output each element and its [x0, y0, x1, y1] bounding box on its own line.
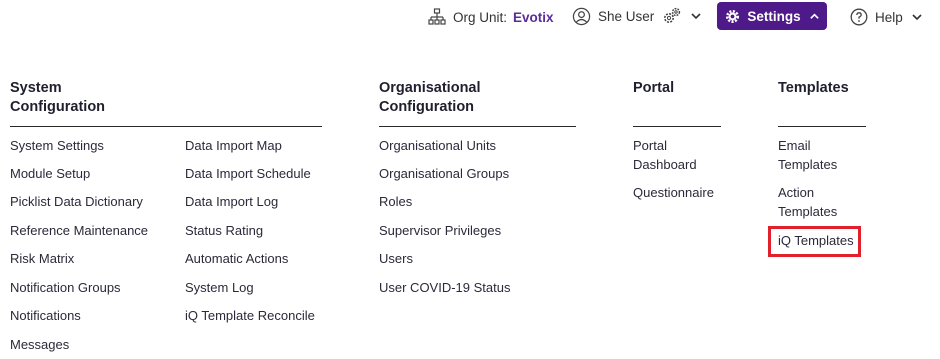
- heading-line: System: [10, 80, 62, 96]
- menu-item-system-log[interactable]: System Log: [185, 278, 254, 297]
- menu-item-automatic-actions[interactable]: Automatic Actions: [185, 249, 288, 268]
- section-divider: [10, 126, 322, 127]
- heading-line: Configuration: [379, 99, 475, 115]
- menu-item-risk-matrix[interactable]: Risk Matrix: [10, 249, 74, 268]
- chevron-down-icon: [912, 14, 922, 21]
- org-unit-selector[interactable]: Org Unit: Evotix: [428, 6, 554, 28]
- menu-item-picklist-data-dictionary[interactable]: Picklist Data Dictionary: [10, 192, 143, 211]
- menu-item-user-covid-19-status[interactable]: User COVID-19 Status: [379, 278, 511, 297]
- item-line: Templates: [778, 157, 838, 172]
- settings-button[interactable]: Settings: [717, 2, 827, 30]
- menu-item-questionnaire[interactable]: Questionnaire: [633, 183, 714, 202]
- user-menu[interactable]: She User: [572, 5, 702, 27]
- system-configuration-heading: System Configuration: [10, 79, 105, 117]
- chevron-up-icon: [809, 12, 819, 19]
- gears-icon: [664, 7, 681, 23]
- section-divider: [778, 126, 866, 127]
- user-circle-icon: [572, 7, 591, 25]
- heading-line: Organisational: [379, 80, 481, 96]
- menu-item-module-setup[interactable]: Module Setup: [10, 164, 90, 183]
- menu-item-data-import-map[interactable]: Data Import Map: [185, 136, 282, 155]
- item-line: Portal: [633, 138, 667, 153]
- highlight-box: [768, 226, 861, 257]
- menu-item-supervisor-privileges[interactable]: Supervisor Privileges: [379, 221, 501, 240]
- menu-item-portal-dashboard[interactable]: Portal Dashboard: [633, 136, 697, 174]
- menu-item-reference-maintenance[interactable]: Reference Maintenance: [10, 221, 148, 240]
- item-line: Templates: [778, 204, 838, 219]
- help-circle-icon: [850, 8, 868, 26]
- section-divider: [379, 126, 576, 127]
- help-menu[interactable]: Help: [850, 6, 923, 28]
- menu-item-iq-template-reconcile[interactable]: iQ Template Reconcile: [185, 306, 315, 325]
- org-unit-value[interactable]: Evotix: [513, 10, 554, 25]
- org-unit-label: Org Unit:: [453, 9, 508, 25]
- menu-item-email-templates[interactable]: Email Templates: [778, 136, 837, 174]
- menu-item-action-templates[interactable]: Action Templates: [778, 183, 837, 221]
- settings-gear-icon: [726, 9, 740, 23]
- menu-item-notifications[interactable]: Notifications: [10, 306, 81, 325]
- portal-heading: Portal: [633, 80, 675, 96]
- menu-item-messages[interactable]: Messages: [10, 335, 69, 354]
- menu-item-data-import-log[interactable]: Data Import Log: [185, 192, 278, 211]
- organisational-configuration-heading: Organisational Configuration: [379, 79, 481, 117]
- menu-item-users[interactable]: Users: [379, 249, 413, 268]
- menu-item-organisational-units[interactable]: Organisational Units: [379, 136, 496, 155]
- item-line: Dashboard: [633, 157, 697, 172]
- menu-item-organisational-groups[interactable]: Organisational Groups: [379, 164, 509, 183]
- org-tree-icon: [428, 8, 446, 25]
- menu-item-roles[interactable]: Roles: [379, 192, 412, 211]
- item-line: Email: [778, 138, 811, 153]
- top-bar: Org Unit: Evotix She User Settings Help: [0, 0, 940, 34]
- settings-label: Settings: [747, 8, 801, 24]
- chevron-down-icon: [691, 13, 701, 20]
- section-divider: [633, 126, 721, 127]
- menu-item-data-import-schedule[interactable]: Data Import Schedule: [185, 164, 311, 183]
- menu-item-system-settings[interactable]: System Settings: [10, 136, 104, 155]
- item-line: Action: [778, 185, 815, 200]
- help-label: Help: [875, 9, 903, 25]
- menu-item-status-rating[interactable]: Status Rating: [185, 221, 263, 240]
- menu-item-notification-groups[interactable]: Notification Groups: [10, 278, 121, 297]
- user-name: She User: [598, 8, 655, 24]
- heading-line: Configuration: [10, 99, 106, 115]
- templates-heading: Templates: [778, 80, 849, 96]
